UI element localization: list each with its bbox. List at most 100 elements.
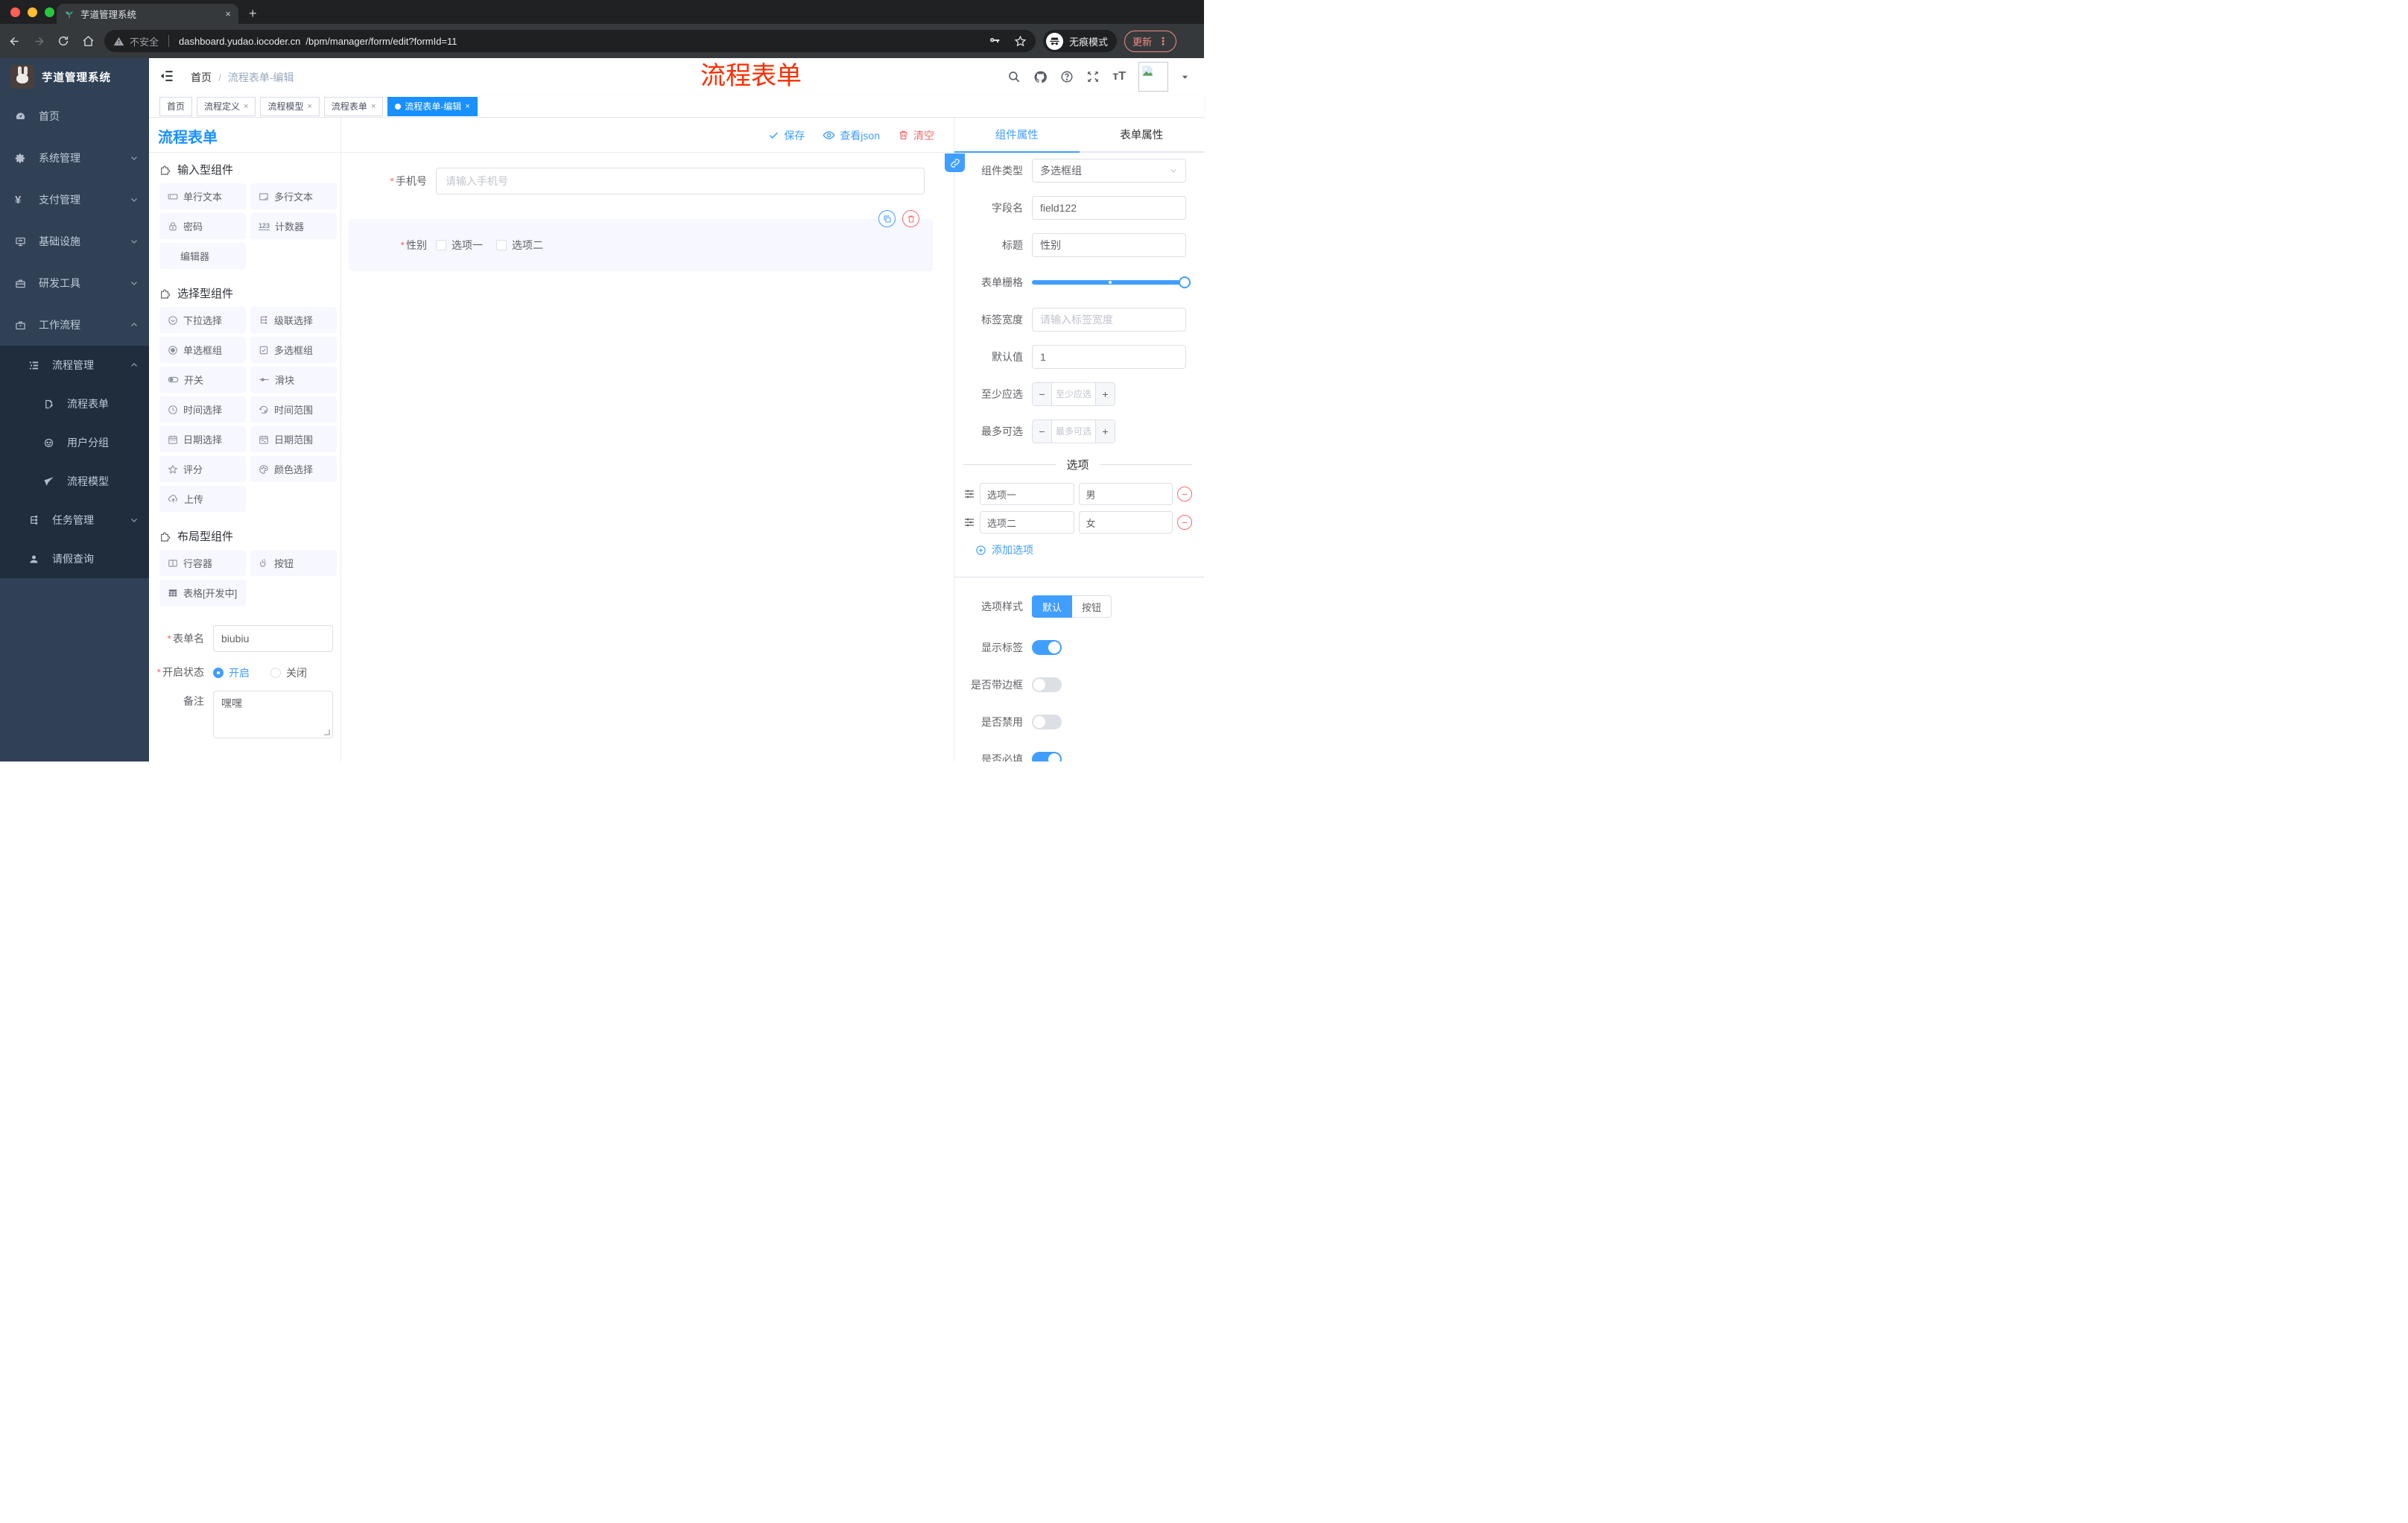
- drag-handle-icon[interactable]: [963, 516, 975, 528]
- avatar[interactable]: [1138, 62, 1168, 92]
- fullscreen-icon[interactable]: [1086, 70, 1100, 83]
- delete-component-button[interactable]: [902, 210, 919, 227]
- required-toggle[interactable]: [1032, 752, 1062, 762]
- remove-option-button[interactable]: −: [1177, 487, 1192, 501]
- default-value-input[interactable]: [1040, 351, 1178, 363]
- palette-item-rate[interactable]: 评分: [159, 456, 246, 482]
- add-option-button[interactable]: 添加选项: [975, 542, 1204, 557]
- forward-icon[interactable]: [28, 31, 49, 51]
- app-logo-row[interactable]: 芋道管理系统: [0, 58, 149, 95]
- tag-close-icon[interactable]: ×: [244, 102, 248, 111]
- copy-component-button[interactable]: [878, 210, 896, 227]
- palette-item-date-picker[interactable]: 日期选择: [159, 426, 246, 452]
- sidebar-item-process-model[interactable]: 流程模型: [0, 462, 149, 501]
- palette-item-time-picker[interactable]: 时间选择: [159, 396, 246, 422]
- component-type-select[interactable]: 多选框组: [1032, 159, 1186, 183]
- phone-input[interactable]: 请输入手机号: [436, 168, 925, 194]
- option2-label-input[interactable]: [980, 511, 1074, 533]
- show-label-toggle[interactable]: [1032, 640, 1062, 655]
- status-off-radio[interactable]: 关闭: [270, 665, 307, 680]
- gender-field-block-selected[interactable]: * 性别 选项一 选项二: [349, 210, 933, 271]
- remark-textarea[interactable]: 嘿嘿: [213, 691, 333, 738]
- tag-home[interactable]: 首页: [159, 96, 193, 116]
- field-link-tab[interactable]: [945, 153, 965, 172]
- back-icon[interactable]: [4, 31, 25, 51]
- border-toggle[interactable]: [1032, 677, 1062, 692]
- save-button[interactable]: 保存: [768, 128, 805, 143]
- remove-option-button[interactable]: −: [1177, 515, 1192, 530]
- slider-handle[interactable]: [1179, 276, 1191, 288]
- option1-value-input[interactable]: [1078, 483, 1173, 505]
- sidebar-item-payment[interactable]: ¥ 支付管理: [0, 179, 149, 221]
- minus-button[interactable]: −: [1033, 383, 1052, 405]
- option2-value-input[interactable]: [1078, 511, 1173, 533]
- palette-item-date-range[interactable]: 日期范围: [250, 426, 337, 452]
- palette-item-password[interactable]: 密码: [159, 213, 246, 239]
- new-tab-button[interactable]: +: [249, 6, 257, 21]
- view-json-button[interactable]: 查看json: [823, 128, 880, 143]
- tab-close-icon[interactable]: ×: [225, 8, 231, 19]
- status-on-radio[interactable]: 开启: [213, 665, 250, 680]
- bookmark-star-icon[interactable]: [1014, 35, 1027, 48]
- sidebar-item-infra[interactable]: 基础设施: [0, 221, 149, 262]
- plus-button[interactable]: +: [1095, 383, 1115, 405]
- sidebar-item-devtools[interactable]: 研发工具: [0, 262, 149, 304]
- field-name-input[interactable]: [1040, 202, 1178, 214]
- sidebar-item-leave-query[interactable]: 请假查询: [0, 539, 149, 578]
- tag-close-icon[interactable]: ×: [465, 102, 469, 111]
- tag-close-icon[interactable]: ×: [307, 102, 311, 111]
- sidebar-collapse-icon[interactable]: [159, 69, 174, 83]
- palette-item-time-range[interactable]: 时间范围: [250, 396, 337, 422]
- reload-icon[interactable]: [53, 31, 74, 51]
- min-select-input[interactable]: [1052, 383, 1095, 405]
- title-input[interactable]: [1040, 239, 1178, 251]
- home-icon[interactable]: [77, 31, 98, 51]
- style-default-button[interactable]: 默认: [1032, 595, 1073, 618]
- search-icon[interactable]: [1007, 70, 1021, 83]
- font-size-icon[interactable]: тT: [1112, 70, 1126, 83]
- palette-item-upload[interactable]: 上传: [159, 486, 246, 512]
- palette-item-editor[interactable]: 编辑器: [159, 243, 246, 269]
- sidebar-item-user-group[interactable]: 用户分组: [0, 423, 149, 462]
- gender-option1-checkbox[interactable]: 选项一: [436, 238, 483, 253]
- gender-option2-checkbox[interactable]: 选项二: [496, 238, 543, 253]
- tag-process-definition[interactable]: 流程定义 ×: [197, 96, 256, 116]
- help-icon[interactable]: [1060, 70, 1074, 83]
- tag-close-icon[interactable]: ×: [371, 102, 376, 111]
- sidebar-item-workflow[interactable]: 工作流程: [0, 304, 149, 346]
- chrome-update-button[interactable]: 更新 ⋮: [1124, 30, 1177, 52]
- sidebar-item-process-mgmt[interactable]: 流程管理: [0, 346, 149, 384]
- palette-item-cascader[interactable]: 级联选择: [250, 307, 337, 333]
- clear-button[interactable]: 清空: [898, 128, 934, 143]
- tab-component-props[interactable]: 组件属性: [954, 118, 1080, 153]
- avatar-caret-icon[interactable]: [1181, 73, 1189, 81]
- sidebar-item-task-mgmt[interactable]: 任务管理: [0, 501, 149, 539]
- sidebar-item-process-form[interactable]: 流程表单: [0, 384, 149, 423]
- option1-label-input[interactable]: [980, 483, 1074, 505]
- window-minimize-button[interactable]: [28, 7, 37, 17]
- max-select-input[interactable]: [1052, 420, 1095, 443]
- palette-item-radio-group[interactable]: 单选框组: [159, 337, 246, 363]
- phone-field-row[interactable]: * 手机号 请输入手机号: [341, 168, 925, 194]
- palette-item-multi-text[interactable]: 多行文本: [250, 183, 337, 209]
- palette-item-button[interactable]: 按钮: [250, 550, 337, 576]
- palette-item-table-dev[interactable]: 表格[开发中]: [159, 580, 246, 606]
- drag-handle-icon[interactable]: [963, 488, 975, 500]
- breadcrumb-home[interactable]: 首页: [191, 70, 212, 85]
- tag-process-form-edit[interactable]: 流程表单-编辑 ×: [387, 96, 478, 116]
- form-name-input[interactable]: [213, 625, 333, 652]
- browser-tab[interactable]: 芋道管理系统 ×: [57, 4, 238, 24]
- palette-item-switch[interactable]: 开关: [159, 367, 246, 393]
- github-icon[interactable]: [1033, 70, 1048, 84]
- tag-process-model[interactable]: 流程模型 ×: [260, 96, 320, 116]
- plus-button[interactable]: +: [1095, 420, 1115, 443]
- window-close-button[interactable]: [10, 7, 20, 17]
- palette-item-select[interactable]: 下拉选择: [159, 307, 246, 333]
- palette-item-checkbox-group[interactable]: 多选框组: [250, 337, 337, 363]
- tab-form-props[interactable]: 表单属性: [1079, 118, 1204, 153]
- palette-item-slider[interactable]: 滑块: [250, 367, 337, 393]
- palette-item-color-picker[interactable]: 颜色选择: [250, 456, 337, 482]
- tag-process-form[interactable]: 流程表单 ×: [323, 96, 384, 116]
- form-grid-slider[interactable]: [1032, 276, 1191, 288]
- sidebar-item-home[interactable]: 首页: [0, 95, 149, 137]
